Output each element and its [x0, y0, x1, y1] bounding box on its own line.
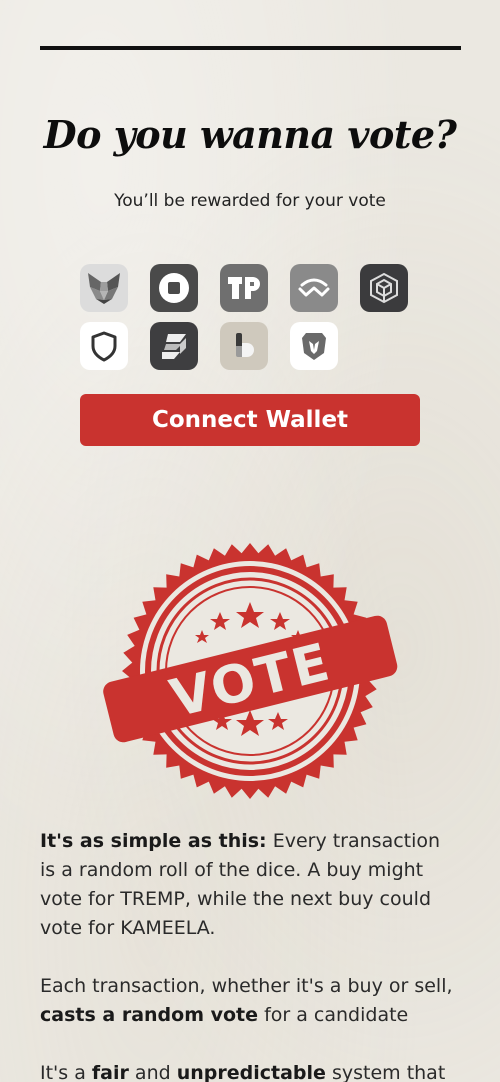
walletconnect-button[interactable] — [290, 264, 338, 312]
top-divider — [40, 46, 461, 50]
bitget-wallet-icon — [236, 333, 254, 357]
tokenpocket-icon — [228, 277, 260, 299]
binance-wallet-button[interactable] — [360, 264, 408, 312]
binance-wallet-icon — [370, 272, 398, 304]
metamask-icon — [88, 273, 120, 304]
paragraph-1: It's as simple as this: Every transactio… — [40, 830, 441, 939]
paragraph-3: It's a fair and unpredictable system tha… — [40, 1062, 446, 1082]
safepal-button[interactable] — [150, 322, 198, 370]
page-title: Do you wanna vote? — [43, 112, 457, 157]
metamask-button[interactable] — [80, 264, 128, 312]
tokenpocket-button[interactable] — [220, 264, 268, 312]
safepal-icon — [162, 334, 186, 359]
coinbase-button[interactable] — [150, 264, 198, 312]
connect-wallet-button[interactable]: Connect Wallet — [80, 394, 420, 446]
coinbase-icon — [159, 273, 189, 303]
page-subtitle: You’ll be rewarded for your vote — [114, 191, 386, 211]
brave-wallet-icon — [302, 333, 326, 360]
bitget-wallet-button[interactable] — [220, 322, 268, 370]
explanation-text: It's as simple as this: Every transactio… — [40, 827, 460, 1082]
trust-wallet-icon — [91, 331, 117, 362]
brave-wallet-button[interactable] — [290, 322, 338, 370]
walletconnect-icon — [298, 278, 330, 297]
paragraph-2: Each transaction, whether it's a buy or … — [40, 975, 453, 1026]
trust-wallet-button[interactable] — [80, 322, 128, 370]
vote-stamp-image: VOTE — [103, 543, 398, 799]
